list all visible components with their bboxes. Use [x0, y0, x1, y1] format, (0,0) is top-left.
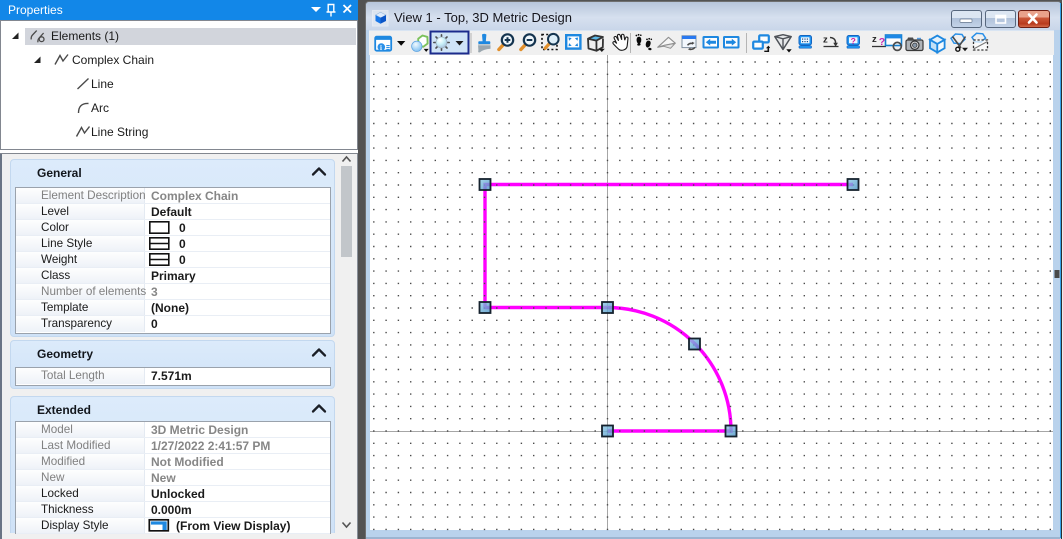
svg-text:z: z: [823, 35, 828, 46]
svg-text:?: ?: [851, 36, 856, 46]
svg-text:?: ?: [879, 36, 885, 48]
svg-text:z: z: [872, 34, 877, 45]
svg-text:i: i: [380, 44, 382, 52]
